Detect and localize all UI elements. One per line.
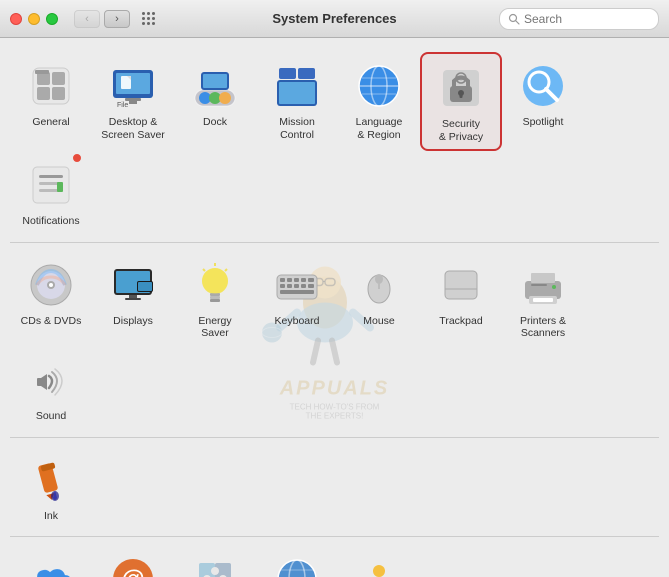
maximize-button[interactable] xyxy=(46,13,58,25)
icon-desktop-screensaver[interactable]: File New... Desktop &Screen Saver xyxy=(92,52,174,151)
cds-dvds-icon xyxy=(25,259,77,311)
icon-mouse[interactable]: Mouse xyxy=(338,251,420,346)
divider-2 xyxy=(10,437,659,438)
icon-energy-saver[interactable]: EnergySaver xyxy=(174,251,256,346)
icon-displays[interactable]: Displays xyxy=(92,251,174,346)
general-icon xyxy=(25,60,77,112)
dock-icon xyxy=(189,60,241,112)
energy-saver-icon xyxy=(189,259,241,311)
printers-scanners-icon xyxy=(517,259,569,311)
mission-control-icon xyxy=(271,60,323,112)
divider-3 xyxy=(10,536,659,537)
icloud-icon xyxy=(25,553,77,577)
extensions-icon xyxy=(189,553,241,577)
keyboard-label: Keyboard xyxy=(275,315,320,328)
ink-icon xyxy=(25,454,77,506)
back-button[interactable]: ‹ xyxy=(74,10,100,28)
notifications-icon xyxy=(25,159,77,211)
titlebar: ‹ › System Preferences xyxy=(0,0,669,38)
nav-buttons: ‹ › xyxy=(74,10,130,28)
icon-network[interactable]: Network xyxy=(256,545,338,577)
svg-text:@: @ xyxy=(121,566,144,577)
trackpad-label: Trackpad xyxy=(439,315,482,328)
mission-control-label: MissionControl xyxy=(279,116,315,141)
icon-keyboard[interactable]: Keyboard xyxy=(256,251,338,346)
internet-accounts-icon: @ xyxy=(107,553,159,577)
row-personal: General File New... Desktop &Screen Save… xyxy=(10,52,659,234)
search-input[interactable] xyxy=(524,12,654,26)
sound-icon xyxy=(25,354,77,406)
keyboard-icon xyxy=(271,259,323,311)
icon-trackpad[interactable]: Trackpad xyxy=(420,251,502,346)
security-privacy-icon xyxy=(435,62,487,114)
general-label: General xyxy=(32,116,69,129)
row-hardware: CDs & DVDs Displays xyxy=(10,251,659,429)
icon-spotlight[interactable]: Spotlight xyxy=(502,52,584,151)
window-title: System Preferences xyxy=(272,11,396,26)
icon-cds-dvds[interactable]: CDs & DVDs xyxy=(10,251,92,346)
icon-extensions[interactable]: Extensions xyxy=(174,545,256,577)
sharing-icon xyxy=(353,553,405,577)
icon-ink[interactable]: Ink xyxy=(10,446,92,529)
icon-language-region[interactable]: Language& Region xyxy=(338,52,420,151)
language-region-label: Language& Region xyxy=(356,116,403,141)
language-region-icon xyxy=(353,60,405,112)
traffic-lights xyxy=(10,13,58,25)
icon-sharing[interactable]: Sharing xyxy=(338,545,420,577)
forward-button[interactable]: › xyxy=(104,10,130,28)
desktop-screensaver-label: Desktop &Screen Saver xyxy=(101,116,165,141)
svg-text:File: File xyxy=(117,102,128,109)
desktop-screensaver-icon: File New... xyxy=(107,60,159,112)
icon-internet-accounts[interactable]: @ InternetAccounts xyxy=(92,545,174,577)
grid-icon xyxy=(142,12,156,26)
icon-notifications[interactable]: Notifications xyxy=(10,151,92,234)
icon-mission-control[interactable]: MissionControl xyxy=(256,52,338,151)
printers-scanners-label: Printers &Scanners xyxy=(520,315,566,340)
icon-sound[interactable]: Sound xyxy=(10,346,92,429)
mouse-label: Mouse xyxy=(363,315,395,328)
row-internet: iCloud @ InternetAccounts xyxy=(10,545,659,577)
cds-dvds-label: CDs & DVDs xyxy=(21,315,82,328)
dock-label: Dock xyxy=(203,116,227,129)
displays-label: Displays xyxy=(113,315,153,328)
notifications-label: Notifications xyxy=(22,215,79,228)
icon-security-privacy[interactable]: Security& Privacy xyxy=(420,52,502,151)
icon-general[interactable]: General xyxy=(10,52,92,151)
spotlight-icon xyxy=(517,60,569,112)
ink-label: Ink xyxy=(44,510,58,523)
divider-1 xyxy=(10,242,659,243)
titlebar-right xyxy=(499,8,659,30)
security-privacy-label: Security& Privacy xyxy=(439,118,483,143)
trackpad-icon xyxy=(435,259,487,311)
row-ink: Ink xyxy=(10,446,659,529)
search-icon xyxy=(508,13,520,25)
grid-view-button[interactable] xyxy=(136,10,162,28)
close-button[interactable] xyxy=(10,13,22,25)
icon-printers-scanners[interactable]: Printers &Scanners xyxy=(502,251,584,346)
displays-icon xyxy=(107,259,159,311)
icon-icloud[interactable]: iCloud xyxy=(10,545,92,577)
minimize-button[interactable] xyxy=(28,13,40,25)
spotlight-label: Spotlight xyxy=(523,116,564,129)
search-box[interactable] xyxy=(499,8,659,30)
energy-saver-label: EnergySaver xyxy=(198,315,231,340)
sound-label: Sound xyxy=(36,410,66,423)
mouse-icon xyxy=(353,259,405,311)
icon-dock[interactable]: Dock xyxy=(174,52,256,151)
titlebar-left: ‹ › xyxy=(10,10,162,28)
network-icon xyxy=(271,553,323,577)
main-content: APPUALS TECH HOW-TO'S FROMTHE EXPERTS! G… xyxy=(0,38,669,577)
